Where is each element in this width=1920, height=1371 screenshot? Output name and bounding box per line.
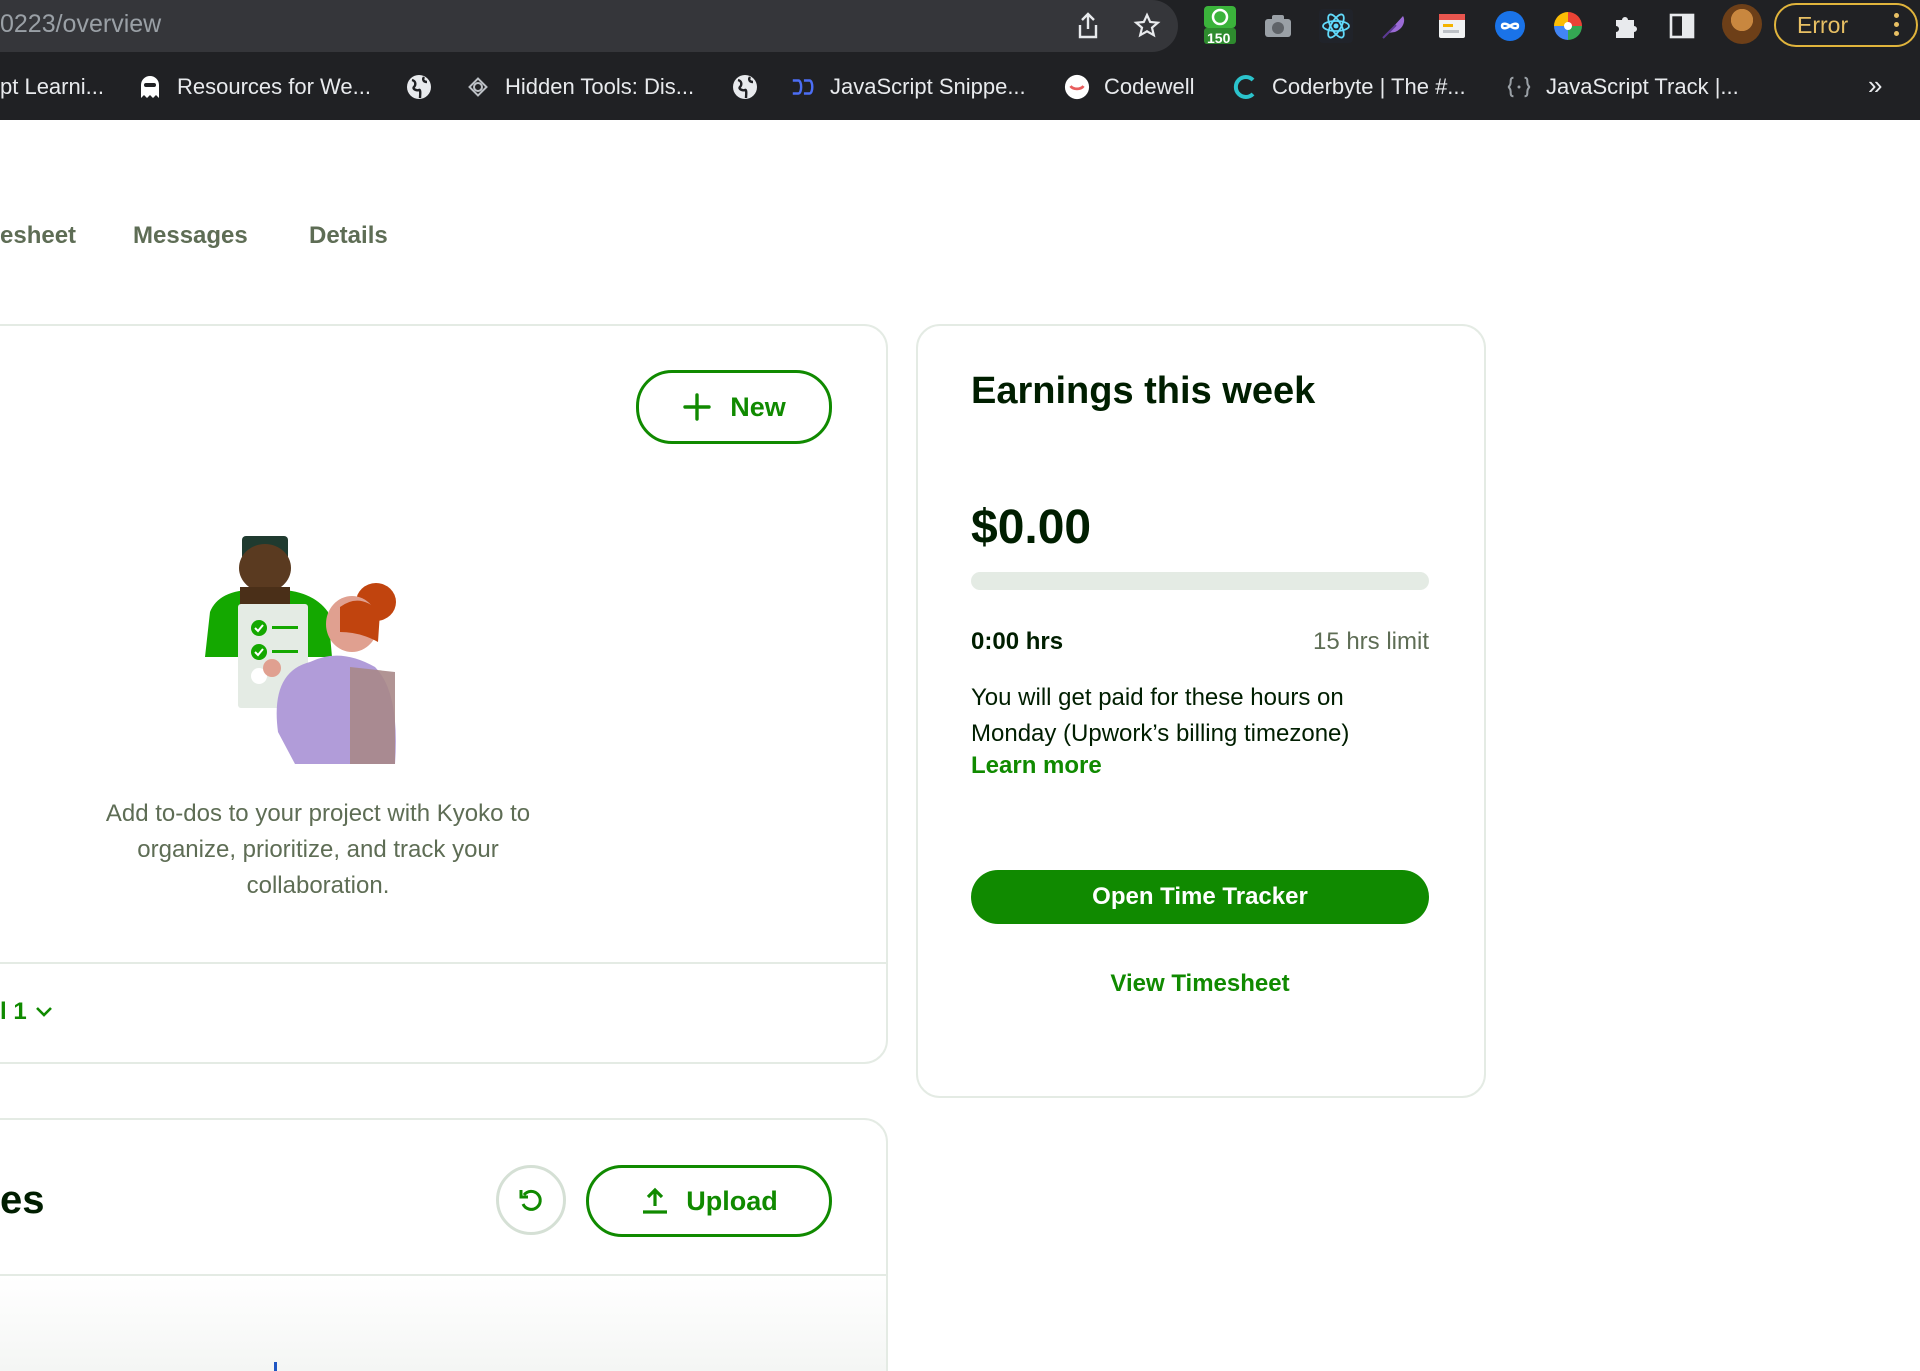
- coderbyte-icon: [1232, 74, 1258, 100]
- bookmark-label: JavaScript Track |...: [1546, 74, 1739, 99]
- share-icon[interactable]: [1070, 8, 1106, 44]
- timer-extension-icon[interactable]: 150: [1200, 6, 1240, 46]
- bookmark-star-icon[interactable]: [1129, 8, 1165, 44]
- view-timesheet-link[interactable]: View Timesheet: [971, 970, 1429, 998]
- chevron-down-icon: [35, 1007, 52, 1017]
- earnings-title: Earnings this week: [971, 370, 1316, 412]
- bookmark-item[interactable]: Codewell: [1064, 70, 1195, 104]
- open-time-tracker-button[interactable]: Open Time Tracker: [971, 870, 1429, 924]
- kebab-menu-icon[interactable]: [1894, 13, 1900, 39]
- bookmark-item[interactable]: Coderbyte | The #...: [1232, 70, 1466, 104]
- more-bookmarks-chevron[interactable]: »: [1868, 70, 1882, 101]
- learn-more-link[interactable]: Learn more: [971, 752, 1102, 780]
- notes-extension-icon[interactable]: [1432, 6, 1472, 46]
- bookmark-label: pt Learni...: [0, 74, 104, 99]
- tab-details[interactable]: Details: [309, 222, 388, 250]
- filter-label: l 1: [0, 998, 27, 1025]
- puzzle-icon[interactable]: [1606, 6, 1646, 46]
- bookmark-item[interactable]: Resources for We...: [137, 70, 371, 104]
- earnings-amount: $0.00: [971, 501, 1092, 554]
- plus-icon: [683, 393, 711, 421]
- address-bar[interactable]: 0223/overview: [0, 0, 1178, 52]
- bookmark-label: Codewell: [1104, 74, 1195, 99]
- todo-illustration: [205, 536, 396, 764]
- bookmark-item[interactable]: JavaScript Snippe...: [790, 70, 1026, 104]
- profile-error-label: Error: [1797, 11, 1849, 38]
- bookmark-label: Resources for We...: [177, 74, 371, 99]
- camera-extension-icon[interactable]: [1258, 6, 1298, 46]
- bookmark-item[interactable]: JavaScript Track |...: [1506, 70, 1739, 104]
- profile-error-button[interactable]: Error: [1774, 3, 1918, 47]
- upload-button[interactable]: Upload: [586, 1165, 832, 1237]
- extension-badge: 150: [1207, 30, 1231, 46]
- url-text[interactable]: 0223/overview: [0, 10, 161, 39]
- todos-divider: [0, 962, 888, 964]
- globe-icon: [406, 74, 432, 100]
- bookmark-label: JavaScript Snippe...: [830, 74, 1026, 99]
- snippets-icon: [790, 74, 816, 100]
- bookmark-item[interactable]: Hidden Tools: Dis...: [465, 70, 694, 104]
- upload-label: Upload: [686, 1185, 778, 1216]
- new-todo-label: New: [730, 391, 786, 422]
- globe-icon: [732, 74, 758, 100]
- new-todo-button[interactable]: New: [636, 370, 832, 444]
- bookmark-label: Hidden Tools: Dis...: [505, 74, 695, 99]
- code-braces-icon: [1506, 74, 1532, 100]
- todos-filter-dropdown[interactable]: l 1: [0, 998, 53, 1026]
- tab-messages[interactable]: Messages: [133, 222, 248, 250]
- browser-chrome: 0223/overview 150 Error pt Learni... Res…: [0, 0, 1920, 120]
- files-heading: es: [0, 1178, 45, 1222]
- ghost-icon: [137, 74, 163, 100]
- react-devtools-icon[interactable]: [1316, 6, 1356, 46]
- side-panel-icon[interactable]: [1662, 6, 1702, 46]
- bookmark-item[interactable]: [732, 70, 772, 104]
- refresh-button[interactable]: [496, 1165, 566, 1235]
- hours-worked: 0:00 hrs: [971, 628, 1064, 655]
- payment-info-text: You will get paid for these hours on Mon…: [971, 684, 1350, 747]
- todos-empty-message: Add to-dos to your project with Kyoko to…: [105, 800, 531, 899]
- bookmark-label: Coderbyte | The #...: [1272, 74, 1466, 99]
- text-cursor: [274, 1362, 277, 1371]
- hidden-tools-icon: [465, 74, 491, 100]
- profile-avatar[interactable]: [1722, 4, 1762, 44]
- tab-timesheet[interactable]: esheet: [0, 222, 76, 250]
- refresh-icon: [519, 1189, 542, 1211]
- files-list-area: [0, 1276, 886, 1371]
- bookmark-item[interactable]: [406, 70, 446, 104]
- hours-progress-bar: [971, 572, 1429, 590]
- infinity-extension-icon[interactable]: [1490, 6, 1530, 46]
- upload-icon: [643, 1187, 668, 1214]
- hours-limit: 15 hrs limit: [1312, 628, 1429, 655]
- feather-extension-icon[interactable]: [1374, 6, 1414, 46]
- codewell-icon: [1064, 74, 1090, 100]
- bookmark-item[interactable]: pt Learni...: [0, 70, 104, 104]
- color-picker-extension-icon[interactable]: [1548, 6, 1588, 46]
